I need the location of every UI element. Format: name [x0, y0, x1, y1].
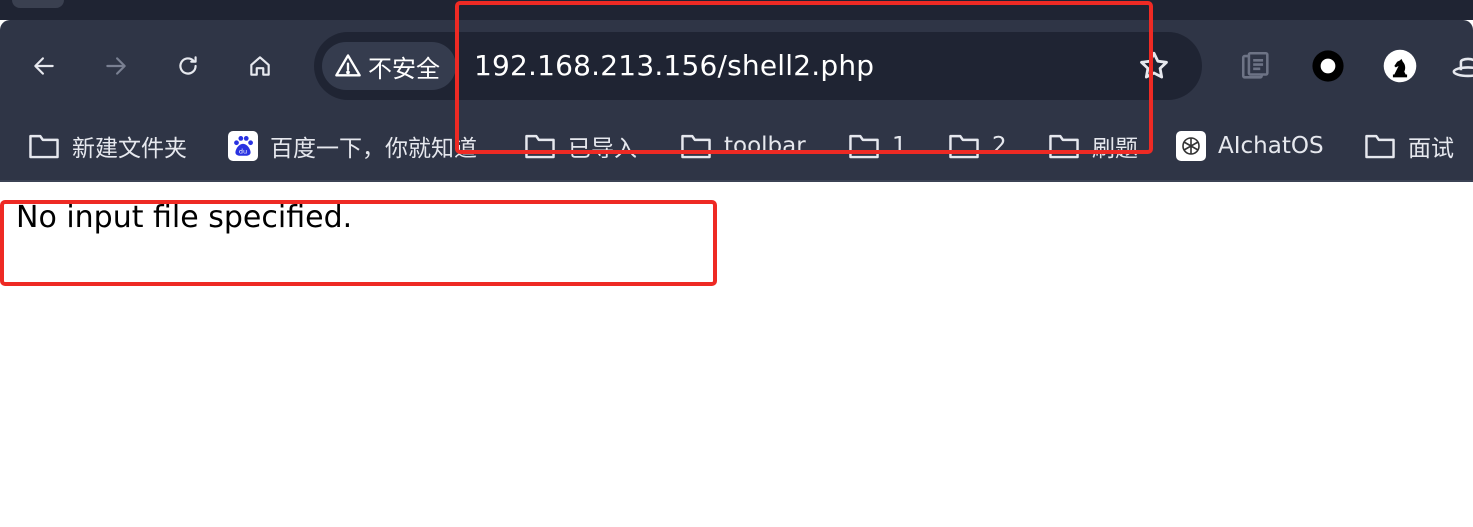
bookmark-folder[interactable]: 1 [848, 126, 907, 166]
folder-icon [525, 134, 555, 159]
url-text[interactable]: 192.168.213.156/shell2.php [474, 32, 874, 100]
svg-text:du: du [239, 148, 247, 156]
browser-window: 不安全 192.168.213.156/shell2.php 新建文件夹 du [0, 0, 1473, 527]
folder-icon [949, 134, 979, 159]
star-icon [1140, 51, 1168, 79]
bookmark-label: 刷题 [1092, 136, 1138, 162]
chess-knight-icon [1383, 49, 1417, 83]
folder-icon [1365, 134, 1395, 159]
circle-extension-icon [1312, 50, 1344, 82]
bookmark-link[interactable]: AIchatOS [1176, 126, 1324, 166]
extension-button[interactable] [1308, 46, 1348, 86]
bookmarks-bar: 新建文件夹 du 百度一下，你就知道 已导入 toolbar 1 2 刷题 AI… [0, 112, 1473, 180]
page-content: No input file specified. [0, 182, 1473, 527]
security-indicator[interactable]: 不安全 [322, 42, 456, 90]
extension-button[interactable] [1380, 46, 1420, 86]
bookmark-label: 1 [892, 133, 907, 159]
home-icon [250, 56, 270, 76]
bookmark-label: 新建文件夹 [72, 136, 187, 162]
arrow-left-icon [34, 57, 54, 75]
bookmark-label: 面试 [1408, 136, 1454, 162]
folder-icon [29, 134, 59, 159]
browser-toolbar: 不安全 192.168.213.156/shell2.php [0, 20, 1473, 112]
bookmark-label: toolbar [724, 133, 806, 159]
extension-button[interactable] [1448, 46, 1473, 86]
error-message: No input file specified. [16, 200, 353, 235]
bookmark-label: AIchatOS [1218, 133, 1324, 159]
baidu-icon: du [228, 131, 258, 161]
warning-icon [335, 54, 361, 77]
bookmark-label: 百度一下，你就知道 [270, 136, 477, 162]
tab[interactable] [12, 0, 64, 8]
security-label: 不安全 [368, 54, 440, 83]
bookmark-star-button[interactable] [1134, 46, 1174, 86]
hat-icon [1452, 57, 1473, 78]
bookmark-folder[interactable]: toolbar [680, 126, 806, 166]
bookmark-label: 2 [992, 133, 1007, 159]
back-button[interactable] [24, 46, 64, 86]
bookmark-folder[interactable]: 2 [948, 126, 1007, 166]
arrow-right-icon [106, 57, 126, 75]
bookmark-folder[interactable]: 面试 [1364, 126, 1454, 166]
document-icon [1241, 51, 1269, 79]
reload-button[interactable] [168, 46, 208, 86]
home-button[interactable] [240, 46, 280, 86]
folder-icon [681, 134, 711, 159]
folder-icon [849, 134, 879, 159]
reload-icon [179, 56, 197, 75]
openai-icon [1176, 131, 1206, 161]
bookmark-folder[interactable]: 已导入 [524, 126, 637, 166]
bookmark-link[interactable]: du 百度一下，你就知道 [228, 126, 477, 166]
folder-icon [1049, 134, 1079, 159]
bookmark-label: 已导入 [568, 136, 637, 162]
bookmark-folder[interactable]: 新建文件夹 [28, 126, 187, 166]
extension-button[interactable] [1236, 46, 1276, 86]
address-bar[interactable]: 不安全 192.168.213.156/shell2.php [314, 32, 1202, 100]
bookmark-folder[interactable]: 刷题 [1048, 126, 1138, 166]
tab-strip [0, 0, 1473, 20]
forward-button[interactable] [96, 46, 136, 86]
